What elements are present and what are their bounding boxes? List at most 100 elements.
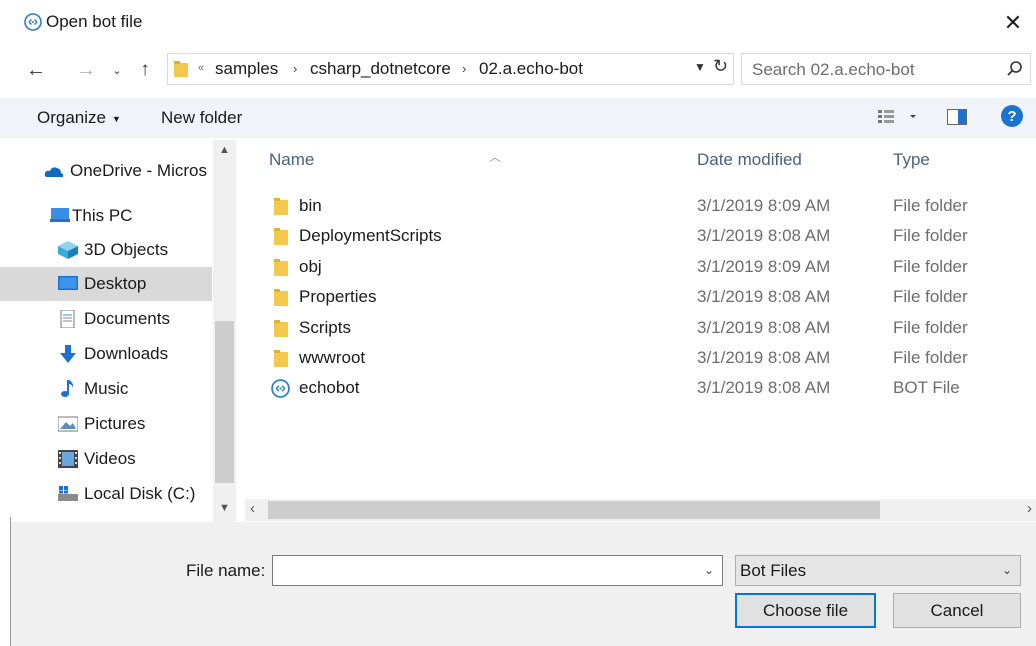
nav-item-3d-objects[interactable]: 3D Objects [0,233,212,267]
file-name-input[interactable] [273,556,691,586]
file-list-scroll-thumb[interactable] [268,501,880,519]
file-type: File folder [893,226,968,245]
file-type: File folder [893,318,968,337]
breadcrumb-echo-bot[interactable]: 02.a.echo-bot [479,59,583,79]
file-date: 3/1/2019 8:08 AM [697,348,831,367]
help-icon[interactable]: ? [1001,105,1023,127]
nav-label: Downloads [84,344,169,363]
arrow-right-icon: → [76,58,96,81]
file-row[interactable]: echobot 3/1/2019 8:08 AM BOT File [247,374,1036,404]
scroll-up-icon[interactable]: ▲ [219,144,230,156]
bot-app-icon [24,13,42,31]
breadcrumb-samples[interactable]: samples [215,59,278,79]
file-type: File folder [893,287,968,306]
nav-item-videos[interactable]: Videos [0,442,212,476]
music-note-icon [61,380,74,397]
folder-icon [274,350,288,367]
file-name: bin [299,196,322,215]
folder-icon [174,61,188,77]
preview-pane-icon[interactable] [947,109,967,125]
file-row[interactable]: DeploymentScripts 3/1/2019 8:08 AM File fo… [247,222,1036,252]
file-row[interactable]: Scripts 3/1/2019 8:08 AM File folder [247,314,1036,344]
chevron-down-icon[interactable]: ▼ [694,60,706,74]
organize-label: Organize [37,108,106,127]
breadcrumb-separator: › [293,61,298,76]
file-type: BOT File [893,378,960,397]
download-icon [60,345,76,363]
nav-label: Documents [84,309,170,328]
chevron-down-icon[interactable]: ⌄ [704,563,714,577]
overflow-marker[interactable]: « [198,62,204,74]
cancel-button[interactable]: Cancel [893,593,1021,628]
nav-label: 3D Objects [84,240,169,259]
column-header-label: Name [269,150,315,169]
nav-label: Music [84,379,129,398]
breadcrumb-csharp[interactable]: csharp_dotnetcore [310,59,451,79]
cube-icon [58,241,78,259]
up-button[interactable]: ↑ [134,52,156,88]
column-header-date[interactable]: Date modified [697,150,802,170]
nav-item-documents[interactable]: Documents [0,302,212,336]
open-file-dialog: Open bot file ✕ ← → ⌄ ↑ « samples › csha… [0,0,1036,646]
organize-button[interactable]: Organize ▼ [37,108,121,128]
scroll-right-icon[interactable]: › [1027,500,1032,517]
file-date: 3/1/2019 8:08 AM [697,318,831,337]
scroll-down-icon[interactable]: ▼ [219,502,230,514]
file-name: Properties [299,287,377,306]
picture-icon [58,416,78,432]
nav-item-this-pc[interactable]: This PC [0,199,212,233]
file-row[interactable]: Properties 3/1/2019 8:08 AM File folder [247,283,1036,313]
recent-locations-button[interactable]: ⌄ [109,52,125,88]
forward-button[interactable]: → [72,52,100,88]
folder-icon [274,228,288,245]
search-input[interactable] [742,54,1004,86]
file-name: obj [299,257,322,276]
close-button[interactable]: ✕ [990,0,1036,46]
title-bar: Open bot file ✕ [0,0,1036,46]
nav-item-music[interactable]: Music [0,372,212,406]
file-date: 3/1/2019 8:08 AM [697,226,831,245]
nav-label: Videos [84,449,136,468]
nav-item-pictures[interactable]: Pictures [0,407,212,441]
file-type: File folder [893,257,968,276]
folder-icon [274,289,288,306]
view-options-icon[interactable] [878,109,918,125]
new-folder-button[interactable]: New folder [161,108,242,128]
nav-item-onedrive[interactable]: OneDrive - Micros [0,154,212,188]
choose-file-button[interactable]: Choose file [735,593,876,628]
cloud-icon [44,167,64,177]
search-icon[interactable] [1006,60,1024,78]
file-row[interactable]: wwwroot 3/1/2019 8:08 AM File folder [247,344,1036,374]
scroll-left-icon[interactable]: ‹ [250,500,255,517]
nav-item-local-disk[interactable]: Local Disk (C:) [0,477,212,511]
file-type-select[interactable]: Bot Files ⌄ [735,555,1021,586]
window-edge [10,517,11,646]
file-row[interactable]: obj 3/1/2019 8:09 AM File folder [247,253,1036,283]
nav-pane-scroll-thumb[interactable] [215,321,234,483]
refresh-icon[interactable]: ↻ [713,56,728,77]
document-icon [60,310,75,328]
nav-label: This PC [72,206,133,225]
file-date: 3/1/2019 8:09 AM [697,196,831,215]
file-name: echobot [299,378,360,397]
nav-item-downloads[interactable]: Downloads [0,337,212,371]
arrow-up-icon: ↑ [140,59,150,80]
search-box [741,53,1031,86]
nav-label: OneDrive - Micros [70,161,207,180]
column-header-type[interactable]: Type [893,150,930,170]
chevron-down-icon: ⌄ [1001,563,1012,577]
back-button[interactable]: ← [22,52,50,88]
file-row[interactable]: bin 3/1/2019 8:09 AM File folder [247,192,1036,222]
column-header-name[interactable]: Name ︿ [269,150,501,170]
nav-label: Pictures [84,414,146,433]
file-name: Scripts [299,318,351,337]
film-icon [58,450,78,468]
nav-label: Desktop [84,274,147,293]
address-bar[interactable]: « samples › csharp_dotnetcore › 02.a.ech… [167,53,734,85]
file-date: 3/1/2019 8:09 AM [697,257,831,276]
nav-item-desktop[interactable]: Desktop [0,267,212,301]
breadcrumb-separator: › [462,61,467,76]
file-date: 3/1/2019 8:08 AM [697,378,831,397]
caret-down-icon: ▼ [111,113,121,124]
window-title: Open bot file [46,12,143,31]
